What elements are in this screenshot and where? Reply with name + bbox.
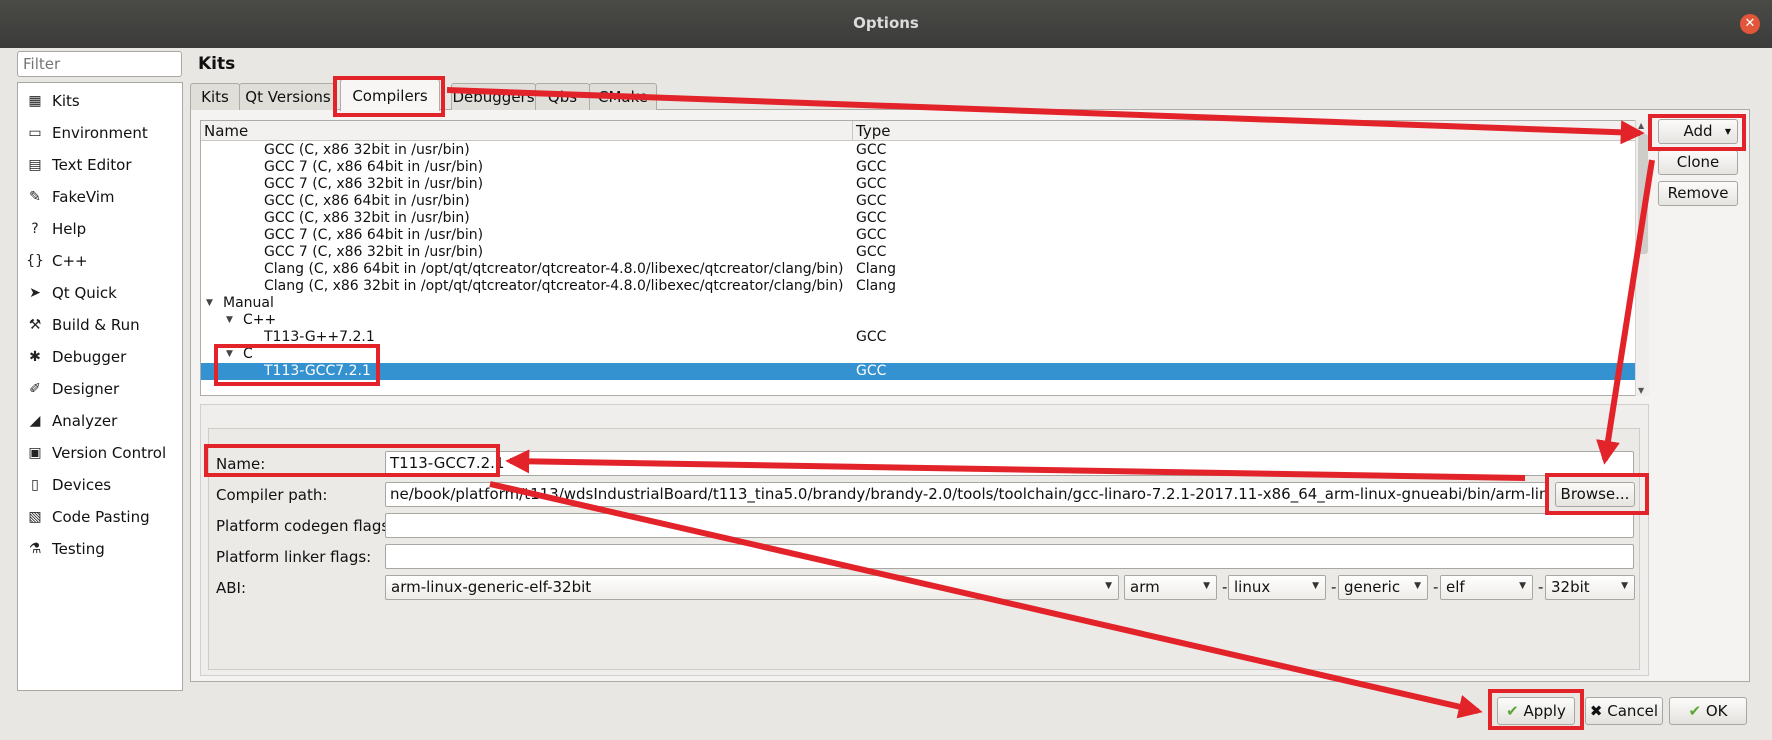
arrow-browse-to-name [505, 449, 1526, 481]
annotation-arrows [446, 87, 1655, 719]
arrow-name-to-apply [489, 481, 1483, 719]
arrow-compilers-to-add [446, 87, 1645, 145]
arrow-add-to-browse [1596, 159, 1655, 465]
